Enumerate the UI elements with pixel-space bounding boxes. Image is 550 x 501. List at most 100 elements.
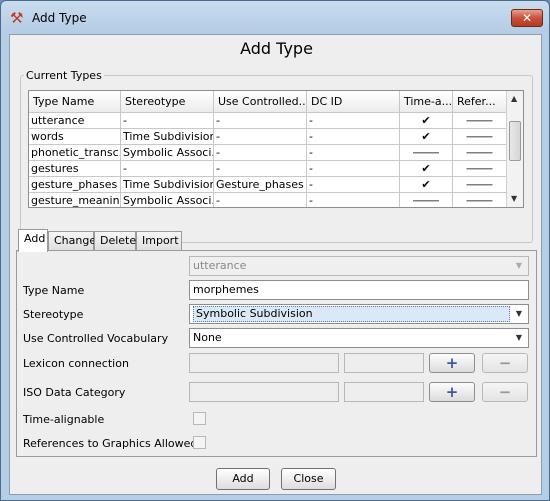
cell-stereotype: - xyxy=(121,161,214,177)
plus-icon: + xyxy=(445,354,459,372)
minus-icon: − xyxy=(498,354,512,372)
lexicon-add-button[interactable]: + xyxy=(429,353,475,373)
elan-app-icon: ⚒ xyxy=(10,9,24,27)
scrollbar-thumb[interactable] xyxy=(509,121,521,161)
lexicon-connection-field xyxy=(189,353,339,373)
stereotype-select[interactable]: Symbolic Subdivision ▼ xyxy=(189,304,529,324)
cell-stereotype: Symbolic Associ... xyxy=(123,193,214,207)
iso-data-category-field xyxy=(189,382,339,402)
controlled-vocabulary-value: None xyxy=(193,331,222,344)
column-header-controlled-vocabulary[interactable]: Use Controlled... xyxy=(214,91,307,113)
column-header-type-name[interactable]: Type Name xyxy=(29,91,121,113)
cell-references: ⸻ xyxy=(453,129,507,145)
add-button[interactable]: Add xyxy=(216,468,270,490)
lexicon-connection-label: Lexicon connection xyxy=(23,357,129,370)
lexicon-remove-button: − xyxy=(482,353,528,373)
cell-dc-id: - xyxy=(307,129,400,145)
cell-type-name: utterance xyxy=(29,113,121,129)
cell-time-alignable: ⸻ xyxy=(400,145,453,161)
add-type-window: ⚒ Add Type ✕ Add Type Current Types Type… xyxy=(0,0,550,501)
cell-time-alignable: ✔ xyxy=(400,177,453,193)
tab-delete[interactable]: Delete xyxy=(94,231,136,251)
column-header-dc-id[interactable]: DC ID xyxy=(307,91,400,113)
chevron-down-icon[interactable]: ▼ xyxy=(512,330,526,346)
cell-time-alignable: ⸻ xyxy=(400,193,453,207)
cell-stereotype: Symbolic Associ... xyxy=(123,145,214,161)
tab-change[interactable]: Change xyxy=(48,231,96,251)
cell-type-name: gesture_phases xyxy=(29,177,121,193)
cell-time-alignable: ✔ xyxy=(400,161,453,177)
cell-type-name: words xyxy=(29,129,121,145)
iso-data-category-label: ISO Data Category xyxy=(23,386,126,399)
time-alignable-checkbox xyxy=(193,412,206,425)
cell-stereotype: Time Subdivision xyxy=(123,177,214,193)
cell-time-alignable: ✔ xyxy=(400,113,453,129)
cell-dc-id: - xyxy=(307,145,400,161)
tab-add[interactable]: Add xyxy=(18,229,48,252)
cell-type-name: gesture_meaning xyxy=(31,193,121,207)
table-row[interactable]: gestures - - - ✔ ⸻ xyxy=(29,161,507,177)
cell-type-name: gestures xyxy=(29,161,121,177)
cell-type-name: phonetic_transc... xyxy=(31,145,121,161)
stereotype-label: Stereotype xyxy=(23,308,84,321)
cell-controlled-vocabulary: - xyxy=(214,129,307,145)
cell-stereotype: - xyxy=(121,113,214,129)
add-tab-panel: utterance ▼ Type Name morphemes Stereoty… xyxy=(16,250,537,457)
iso-remove-button: − xyxy=(482,382,528,402)
cell-references: ⸻ xyxy=(453,193,507,207)
time-alignable-label: Time-alignable xyxy=(23,413,105,426)
table-row[interactable]: utterance - - - ✔ ⸻ xyxy=(29,113,507,129)
cell-references: ⸻ xyxy=(453,177,507,193)
cell-controlled-vocabulary: - xyxy=(214,161,307,177)
controlled-vocabulary-select[interactable]: None ▼ xyxy=(189,328,529,348)
window-close-button[interactable]: ✕ xyxy=(511,9,543,27)
stereotype-value: Symbolic Subdivision xyxy=(193,306,510,322)
type-name-input[interactable]: morphemes xyxy=(189,280,529,300)
cell-references: ⸻ xyxy=(453,161,507,177)
column-header-stereotype[interactable]: Stereotype xyxy=(121,91,214,113)
cell-references: ⸻ xyxy=(453,113,507,129)
chevron-down-icon[interactable]: ▼ xyxy=(512,306,526,322)
cell-controlled-vocabulary: - xyxy=(214,193,307,207)
table-row[interactable]: gesture_meaning Symbolic Associ... - - ⸻ ⸻ xyxy=(29,193,507,207)
graphics-references-label: References to Graphics Allowed xyxy=(23,437,198,450)
graphics-references-checkbox xyxy=(193,436,206,449)
table-row[interactable]: gesture_phases Time Subdivision Gesture_ph… xyxy=(29,177,507,193)
cell-dc-id: - xyxy=(307,113,400,129)
cell-controlled-vocabulary: - xyxy=(214,113,307,129)
arrow-down-icon[interactable]: ▼ xyxy=(511,194,517,203)
cell-stereotype: Time Subdivision xyxy=(123,129,214,145)
cell-dc-id: - xyxy=(307,193,400,207)
table-header: Type Name Stereotype Use Controlled... D… xyxy=(29,91,507,113)
controlled-vocabulary-label: Use Controlled Vocabulary xyxy=(23,332,169,345)
tab-import[interactable]: Import xyxy=(136,231,182,251)
type-name-label: Type Name xyxy=(23,284,85,297)
chevron-down-icon: ▼ xyxy=(515,261,523,270)
cell-dc-id: - xyxy=(307,177,400,193)
plus-icon: + xyxy=(445,383,459,401)
iso-add-button[interactable]: + xyxy=(429,382,475,402)
column-header-time-alignable[interactable]: Time-a... xyxy=(400,91,453,113)
title-bar[interactable]: ⚒ Add Type ✕ xyxy=(1,1,549,35)
cell-references: ⸻ xyxy=(453,145,507,161)
cell-controlled-vocabulary: - xyxy=(214,145,307,161)
dialog-heading: Add Type xyxy=(240,39,313,58)
parent-type-select: utterance ▼ xyxy=(189,256,529,276)
parent-type-value: utterance xyxy=(193,259,247,272)
close-button[interactable]: Close xyxy=(281,468,336,490)
current-types-table[interactable]: Type Name Stereotype Use Controlled... D… xyxy=(28,90,524,208)
window-title: Add Type xyxy=(32,11,87,25)
lexicon-entry-field xyxy=(344,353,424,373)
cell-controlled-vocabulary: Gesture_phases xyxy=(214,177,307,193)
table-row[interactable]: words Time Subdivision - - ✔ ⸻ xyxy=(29,129,507,145)
cell-time-alignable: ✔ xyxy=(400,129,453,145)
dialog-client-area: Add Type Current Types Type Name Stereot… xyxy=(9,34,542,495)
arrow-up-icon[interactable]: ▲ xyxy=(511,94,517,103)
table-vertical-scrollbar[interactable]: ▲ ▼ xyxy=(506,91,523,207)
current-types-label: Current Types xyxy=(24,69,104,82)
iso-data-category-id-field xyxy=(344,382,424,402)
minus-icon: − xyxy=(498,383,512,401)
table-row[interactable]: phonetic_transc... Symbolic Associ... - - ⸻ ⸻ xyxy=(29,145,507,161)
cell-dc-id: - xyxy=(307,161,400,177)
column-header-references[interactable]: Refer... xyxy=(453,91,507,113)
